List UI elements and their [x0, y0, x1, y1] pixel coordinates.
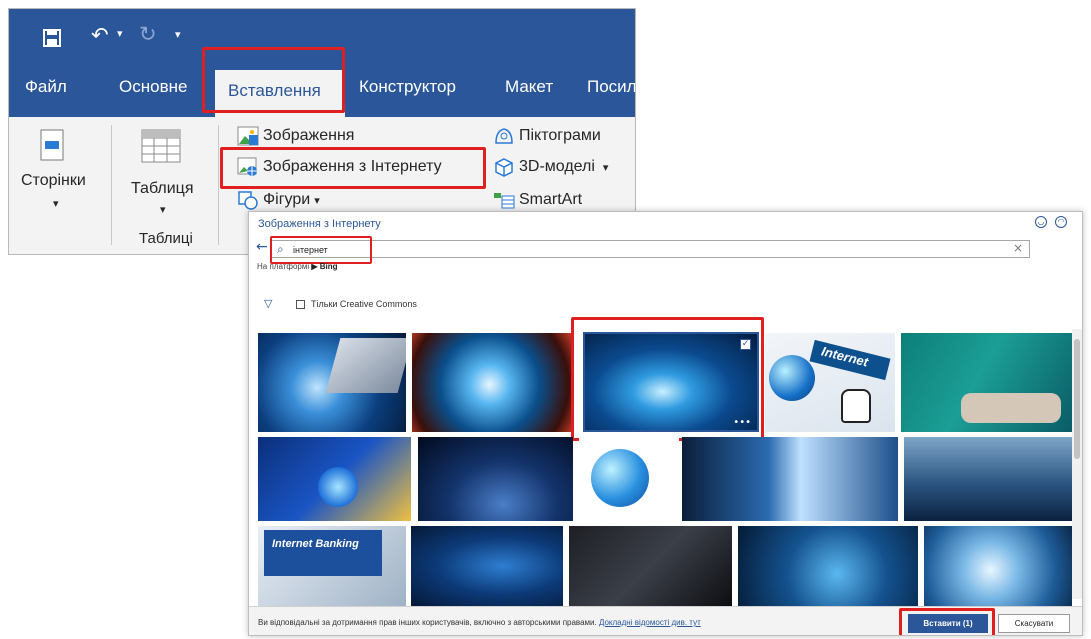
- tab-file[interactable]: Файл: [25, 77, 67, 97]
- copyright-text: Ви відповідальні за дотримання прав інши…: [258, 618, 597, 627]
- undo-dropdown-icon[interactable]: ▾: [117, 27, 123, 40]
- images-label: Зображення: [263, 127, 355, 144]
- scrollbar-thumb[interactable]: [1074, 339, 1080, 459]
- tab-home[interactable]: Основне: [119, 77, 187, 97]
- powered-by-bing: На платформі ▶ Bing: [257, 262, 338, 271]
- images-button[interactable]: Зображення: [237, 126, 354, 146]
- image-result[interactable]: [412, 333, 574, 432]
- back-arrow-icon[interactable]: ←: [256, 239, 268, 255]
- image-result[interactable]: [901, 333, 1072, 432]
- image-result[interactable]: [682, 437, 898, 521]
- icons-icon: [495, 128, 513, 144]
- tab-layout[interactable]: Макет: [505, 77, 553, 97]
- powered-by-prefix: На платформі: [257, 262, 310, 271]
- smartart-label: SmartArt: [519, 191, 583, 208]
- image-result[interactable]: Internet Banking: [258, 526, 406, 606]
- smartart-icon: [494, 193, 515, 209]
- smartart-button[interactable]: SmartArt: [493, 190, 582, 210]
- shapes-label: Фігури: [263, 191, 311, 208]
- learn-more-link[interactable]: Докладні відомості див. тут: [599, 618, 701, 627]
- tab-design[interactable]: Конструктор: [359, 77, 456, 97]
- image-result[interactable]: [258, 333, 406, 432]
- creative-commons-checkbox[interactable]: [296, 300, 305, 309]
- image-result[interactable]: [418, 437, 573, 521]
- pages-dropdown-icon[interactable]: ▾: [53, 197, 59, 210]
- image-result[interactable]: [258, 437, 411, 521]
- smile-feedback-icon[interactable]: ◡: [1035, 216, 1047, 228]
- image-result[interactable]: [569, 526, 732, 606]
- shapes-button[interactable]: Фігури ▾: [237, 190, 320, 210]
- pages-icon: [40, 129, 64, 161]
- image-result[interactable]: Internet: [765, 333, 895, 432]
- pages-button[interactable]: Сторінки: [21, 172, 86, 190]
- image-result[interactable]: [579, 437, 679, 521]
- shapes-icon: [238, 191, 258, 210]
- icons-label: Піктограми: [519, 127, 601, 144]
- image-result[interactable]: [738, 526, 918, 606]
- highlight-search-query: [270, 236, 372, 264]
- redo-icon[interactable]: ↻: [139, 22, 157, 46]
- copyright-notice: Ви відповідальні за дотримання прав інши…: [258, 618, 701, 627]
- 3d-models-label: 3D-моделі: [519, 158, 595, 175]
- image-icon: [237, 126, 259, 146]
- filter-icon[interactable]: ▽: [264, 297, 272, 310]
- dialog-title: Зображення з Інтернету: [258, 218, 381, 230]
- frown-feedback-icon[interactable]: ◠: [1055, 216, 1067, 228]
- shapes-dropdown-icon: ▾: [314, 194, 320, 207]
- bing-logo-icon: ▶: [311, 262, 318, 271]
- highlight-selected-image: [571, 317, 764, 441]
- tables-group-label: Таблиці: [139, 230, 193, 247]
- highlight-insert-tab: [202, 47, 345, 113]
- scrollbar[interactable]: [1072, 329, 1082, 599]
- tab-references[interactable]: Посил: [587, 77, 635, 97]
- image-result[interactable]: [411, 526, 563, 606]
- customize-qat-icon[interactable]: ▾: [175, 28, 181, 41]
- thumb-text-banking: Internet Banking: [272, 538, 359, 550]
- table-icon: [141, 129, 181, 163]
- undo-icon[interactable]: ↶: [91, 23, 109, 47]
- search-box[interactable]: ⌕ ×: [270, 240, 1030, 258]
- 3d-models-dropdown-icon: ▾: [602, 161, 609, 174]
- creative-commons-label: Тільки Creative Commons: [311, 299, 417, 309]
- cancel-button[interactable]: Скасувати: [998, 614, 1070, 633]
- save-icon[interactable]: [43, 29, 61, 47]
- cube-icon: [495, 158, 513, 177]
- table-dropdown-icon[interactable]: ▾: [160, 203, 166, 216]
- 3d-models-button[interactable]: 3D-моделі ▾: [493, 157, 608, 177]
- online-pictures-dialog: Зображення з Інтернету ◡ ◠ ← ⌕ × На плат…: [248, 211, 1083, 636]
- image-result[interactable]: [924, 526, 1072, 606]
- highlight-insert-button: [899, 608, 995, 635]
- icons-button[interactable]: Піктограми: [493, 126, 601, 146]
- powered-by-brand: Bing: [319, 262, 338, 271]
- image-result[interactable]: [904, 437, 1072, 521]
- clear-icon[interactable]: ×: [1013, 241, 1023, 255]
- search-input[interactable]: [293, 243, 993, 256]
- table-button[interactable]: Таблиця: [131, 180, 194, 198]
- highlight-online-images: [220, 147, 486, 189]
